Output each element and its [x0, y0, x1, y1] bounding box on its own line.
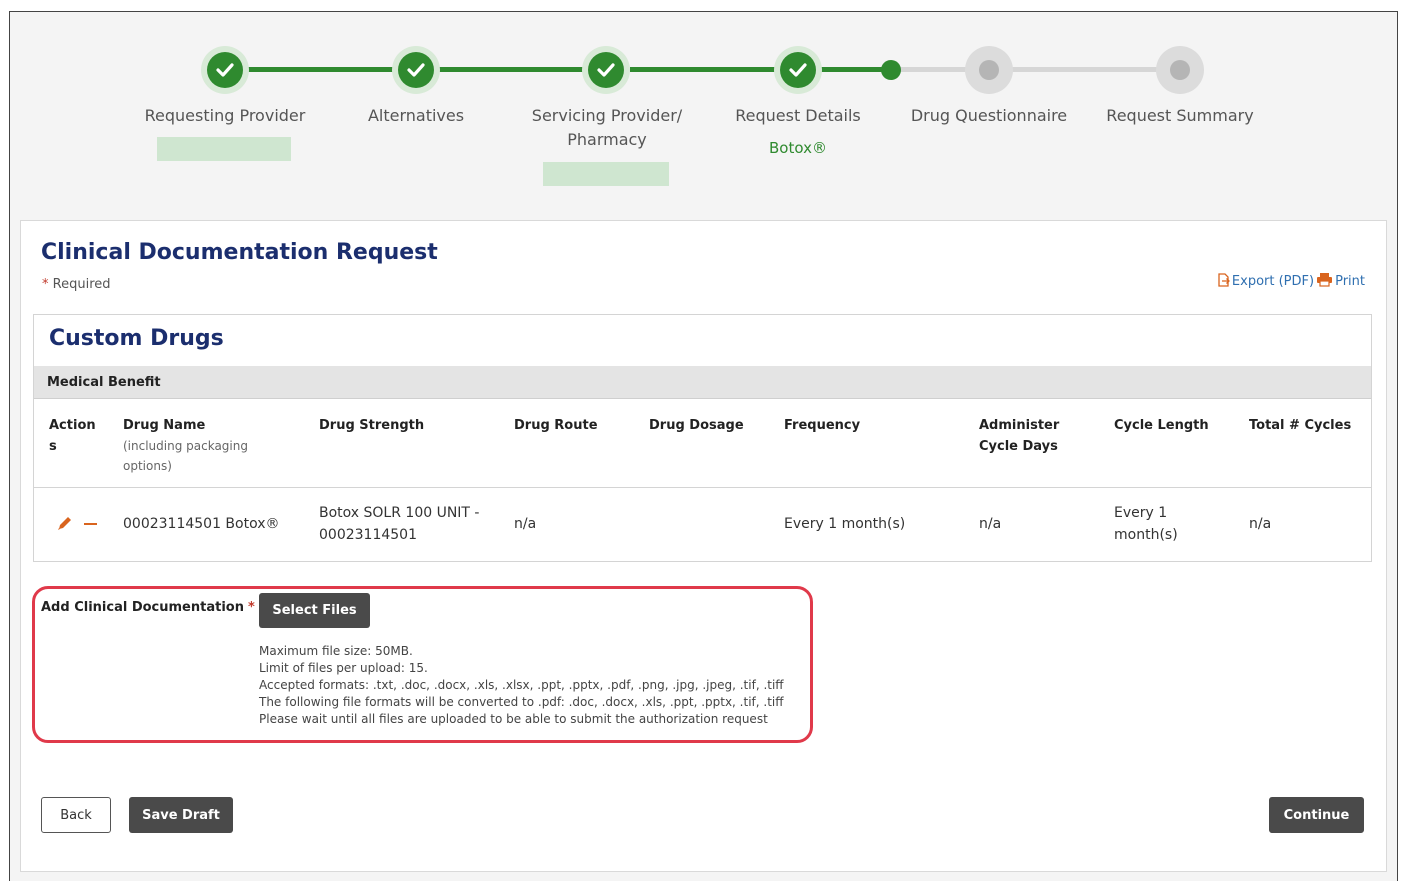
column-header-drug-dosage: Drug Dosage: [649, 418, 744, 433]
cell-line: Every 1: [1114, 505, 1168, 521]
upload-note: Accepted formats: .txt, .doc, .docx, .xl…: [259, 678, 784, 692]
column-header-actions: Action s: [49, 415, 96, 457]
upload-note: Maximum file size: 50MB.: [259, 644, 413, 658]
column-header-cycle-length: Cycle Length: [1114, 418, 1209, 433]
export-pdf-link[interactable]: Export (PDF): [1232, 274, 1314, 289]
stepper-track-pending: [1012, 67, 1157, 72]
stepper-track-complete: [248, 67, 395, 72]
cell-total-cycles: n/a: [1249, 516, 1272, 532]
export-pdf-icon[interactable]: [1217, 272, 1230, 291]
table-row-separator: [34, 487, 1371, 488]
check-icon: [789, 63, 807, 77]
step-drug-questionnaire-marker: [965, 46, 1013, 94]
check-icon: [216, 63, 234, 77]
cell-administer-cycle-days: n/a: [979, 516, 1002, 532]
column-header-line: s: [49, 439, 57, 454]
save-draft-button[interactable]: Save Draft: [129, 797, 233, 833]
column-header-administer-cycle-days: Administer Cycle Days: [979, 415, 1059, 457]
select-files-button[interactable]: Select Files: [259, 593, 370, 628]
step-label-drug-questionnaire: Drug Questionnaire: [910, 106, 1068, 125]
required-note: * Required: [42, 277, 111, 292]
stepper-track-complete: [630, 67, 777, 72]
add-documentation-label: Add Clinical Documentation *: [41, 600, 255, 615]
add-documentation-text: Add Clinical Documentation: [41, 600, 244, 615]
redacted-provider-name: [157, 137, 291, 161]
step-label-servicing-provider: Servicing Provider/ Pharmacy: [507, 104, 707, 152]
benefit-type-bar: Medical Benefit: [34, 366, 1371, 399]
cell-line: 00023114501: [319, 527, 417, 543]
column-header-subtext: (including packaging: [123, 439, 248, 453]
column-header-line: Cycle Days: [979, 439, 1058, 454]
required-text: Required: [52, 277, 111, 292]
column-header-total-cycles: Total # Cycles: [1249, 418, 1352, 433]
cell-line: Botox SOLR 100 UNIT -: [319, 505, 480, 521]
required-star: *: [42, 277, 49, 292]
upload-note: Limit of files per upload: 15.: [259, 661, 428, 675]
step-label-line: Servicing Provider/: [531, 106, 683, 125]
cell-cycle-length: Every 1 month(s): [1114, 502, 1178, 546]
step-request-summary-marker: [1156, 46, 1204, 94]
step-alternatives-marker[interactable]: [392, 46, 440, 94]
back-button[interactable]: Back: [41, 797, 111, 833]
edit-pencil-icon[interactable]: [56, 515, 73, 536]
page-title: Clinical Documentation Request: [41, 240, 438, 265]
check-icon: [407, 63, 425, 77]
step-label-request-details: Request Details: [735, 106, 861, 125]
current-position-dot: [881, 60, 901, 80]
step-servicing-provider-marker[interactable]: [582, 46, 630, 94]
step-label-request-summary: Request Summary: [1106, 106, 1254, 125]
required-star: *: [247, 600, 255, 615]
step-request-details-marker[interactable]: [774, 46, 822, 94]
column-header-drug-route: Drug Route: [514, 418, 598, 433]
stepper-track-complete: [821, 67, 886, 72]
upload-note: The following file formats will be conve…: [259, 695, 784, 709]
step-sub-drug-name: Botox®: [769, 139, 827, 157]
remove-minus-icon[interactable]: [84, 523, 97, 525]
step-requesting-provider-marker[interactable]: [201, 46, 249, 94]
column-header-drug-strength: Drug Strength: [319, 418, 425, 433]
stepper-track-pending: [898, 67, 968, 72]
continue-button[interactable]: Continue: [1269, 797, 1364, 833]
redacted-pharmacy-name: [543, 162, 669, 186]
column-header-frequency: Frequency: [784, 418, 861, 433]
cell-line: month(s): [1114, 527, 1178, 543]
column-header-drug-name: Drug Name (including packaging options): [123, 415, 248, 476]
export-links: Export (PDF) Print: [1217, 272, 1365, 291]
cell-drug-name: 00023114501 Botox®: [123, 516, 280, 532]
check-icon: [597, 63, 615, 77]
column-header-line: Drug Name: [123, 418, 206, 433]
step-label-alternatives: Alternatives: [367, 106, 465, 125]
stepper-track-complete: [439, 67, 586, 72]
cell-drug-route: n/a: [514, 516, 537, 532]
step-label-line: Pharmacy: [567, 130, 647, 149]
upload-requirements: Maximum file size: 50MB. Limit of files …: [259, 643, 784, 728]
step-label-requesting-provider: Requesting Provider: [144, 106, 306, 125]
column-header-subtext: options): [123, 459, 172, 473]
column-header-line: Administer: [979, 418, 1060, 433]
print-link[interactable]: Print: [1335, 274, 1365, 289]
cell-drug-strength: Botox SOLR 100 UNIT - 00023114501: [319, 502, 480, 546]
print-icon[interactable]: [1316, 272, 1333, 291]
cell-frequency: Every 1 month(s): [784, 516, 906, 532]
custom-drugs-title: Custom Drugs: [49, 326, 224, 351]
upload-note: Please wait until all files are uploaded…: [259, 712, 768, 726]
column-header-line: Action: [49, 418, 96, 433]
